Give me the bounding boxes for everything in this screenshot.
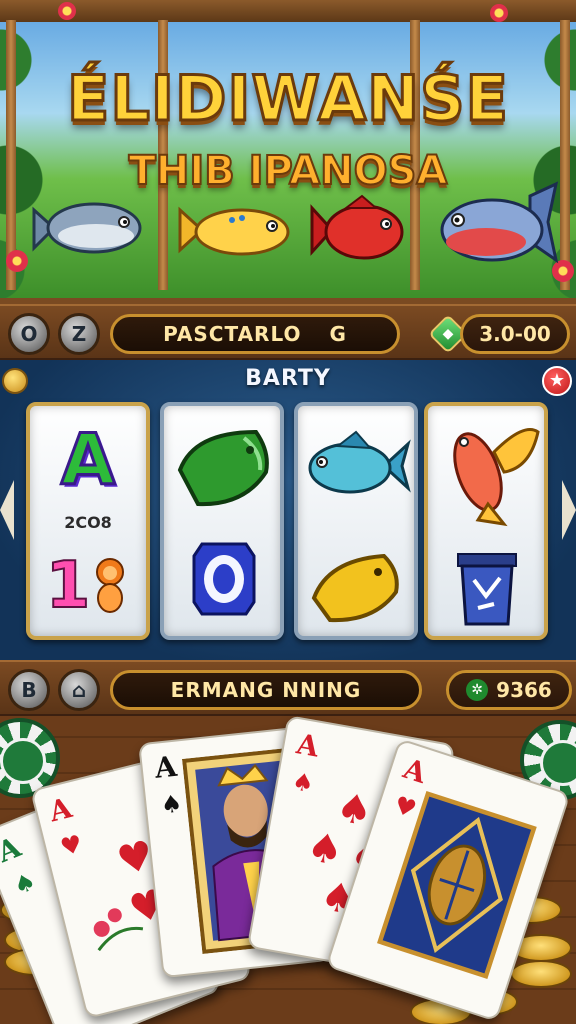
red-fish-icon (310, 194, 404, 260)
slot-reel-3[interactable] (294, 402, 418, 640)
menu-button-z[interactable]: Z (58, 313, 100, 355)
top-info-bar: O Z PASCTARLO G ◆ 3.0-00 (0, 304, 576, 360)
player-badge: G (329, 322, 347, 346)
card-rank: A (399, 751, 431, 790)
grey-fish-icon (32, 202, 142, 254)
lion-icon (96, 558, 125, 613)
chip-icon: ✲ (466, 679, 489, 701)
reel-arrow-left-icon[interactable] (0, 480, 14, 540)
spade-icon: ♠ (9, 866, 40, 901)
balance-display: 3.0-00 (460, 314, 570, 354)
spade-icon: ♠ (303, 823, 347, 876)
blue-fish-icon (308, 430, 411, 494)
slot-machine: BARTY ★ A 2CO8 1 (0, 360, 576, 660)
flower-icon (490, 4, 508, 22)
card-rank: A (294, 727, 322, 764)
red-koi-fish-icon (453, 428, 540, 527)
gold-fish-head-icon (311, 553, 399, 623)
menu-button-o[interactable]: O (8, 313, 50, 355)
yellow-fish-icon (178, 206, 290, 256)
spade-icon: ♠ (159, 789, 184, 820)
player-name: PASCTARLO (163, 322, 302, 346)
favorite-star-button[interactable]: ★ (542, 366, 572, 396)
card-rank: A (153, 749, 179, 785)
status-banner: ERMANG NNING (110, 670, 422, 710)
reel-arrow-right-icon[interactable] (562, 480, 576, 540)
flower-icon (6, 250, 28, 272)
slot-reel-4[interactable] (424, 402, 548, 640)
trash-bin-icon (457, 553, 517, 626)
card-table: A ♠ A ♥ ♥ ♥ A ♠ A ♠ ♠ ♠ ♠ ♠ (0, 715, 576, 1024)
slot-reel-1[interactable]: A 2CO8 1 (26, 402, 150, 640)
bottom-info-bar: B ⌂ ERMANG NNING ✲ 9366 (0, 660, 576, 716)
bamboo-pole-right (560, 20, 570, 290)
green-fish-head-icon (177, 429, 269, 507)
home-button[interactable]: ⌂ (58, 669, 100, 711)
player-name-field[interactable]: PASCTARLO G (110, 314, 400, 354)
menu-button-b[interactable]: B (8, 669, 50, 711)
number-one-symbol: 1 (30, 538, 146, 634)
slot-header: BARTY (245, 366, 331, 391)
game-title: ÉLIDIWANŚE (66, 61, 510, 137)
letter-o-symbol (192, 542, 256, 616)
heart-icon: ♥ (57, 829, 86, 862)
blue-red-fish-icon (440, 181, 559, 264)
spade-icon: ♠ (289, 767, 317, 799)
flower-icon (58, 2, 76, 20)
slot-reel-2[interactable] (160, 402, 284, 640)
game-banner: ÉLIDIWANŚE THIB IPANOSA (0, 0, 576, 304)
gold-coin-icon (510, 960, 572, 988)
card-rank: A (45, 791, 76, 829)
letter-a-symbol: A (59, 418, 116, 503)
spade-icon: ♠ (332, 784, 376, 836)
reel-label: 2CO8 (64, 512, 112, 532)
win-amount: 9366 (496, 678, 552, 702)
win-display: ✲ 9366 (446, 670, 572, 710)
